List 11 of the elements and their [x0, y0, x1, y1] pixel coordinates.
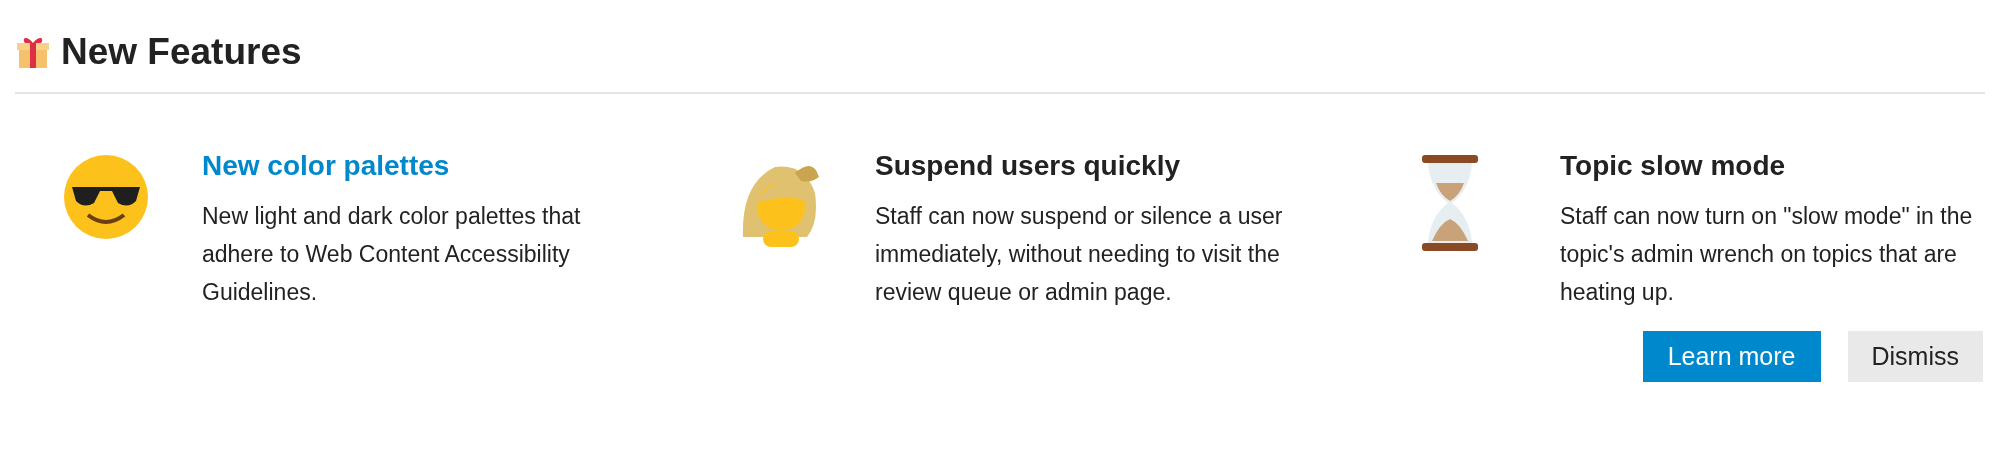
feature-title: Topic slow mode: [1560, 149, 1787, 183]
feature-description: Staff can now suspend or silence a user immediately, without needing to visit the review queue or admin page.: [875, 202, 1284, 307]
hourglass-icon: [1420, 153, 1480, 253]
feature-description: Staff can now turn on "slow mode" in the topic's admin wrench on topics that are heating up.: [1560, 202, 1974, 307]
feature-title-link[interactable]: New color palettes: [202, 149, 617, 183]
sunglasses-smiley-icon: [62, 153, 150, 241]
dismiss-button[interactable]: Dismiss: [1847, 331, 1983, 382]
section-title: New Features: [61, 33, 302, 70]
feature-title: Suspend users quickly: [875, 149, 1181, 183]
learn-more-button[interactable]: Learn more: [1642, 331, 1821, 382]
feature-description: New light and dark color palettes that adhere to Web Content Accessibility Guidelines.: [202, 202, 582, 307]
